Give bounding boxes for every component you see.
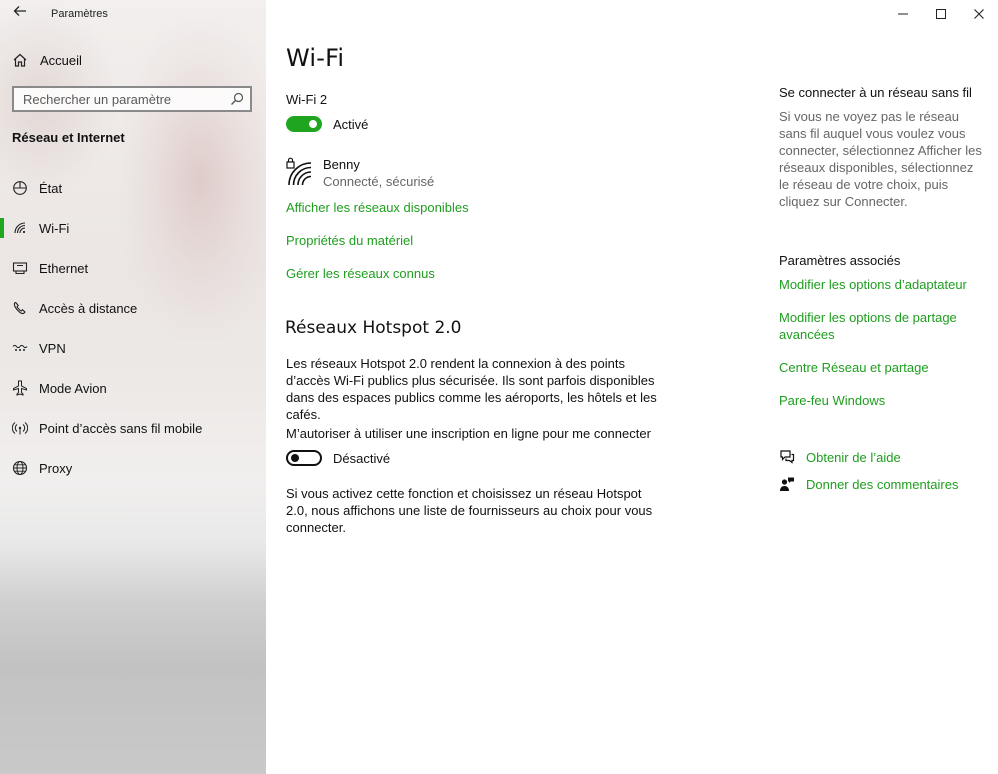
related-settings-title: Paramètres associés bbox=[779, 253, 901, 268]
give-feedback-link[interactable]: Donner des commentaires bbox=[779, 476, 958, 492]
sidebar-item-proxy[interactable]: Proxy bbox=[0, 448, 266, 488]
hotspot-icon bbox=[12, 420, 28, 436]
hotspot-option-label: M’autoriser à utiliser une inscription e… bbox=[286, 426, 651, 441]
sidebar: Paramètres Accueil Réseau et Internet Ét… bbox=[0, 0, 266, 774]
hotspot-section-title: Réseaux Hotspot 2.0 bbox=[285, 318, 462, 338]
hardware-properties-link[interactable]: Propriétés du matériel bbox=[286, 233, 413, 248]
network-name: Benny bbox=[323, 157, 360, 172]
show-available-networks-link[interactable]: Afficher les réseaux disponibles bbox=[286, 200, 469, 215]
get-help-label: Obtenir de l’aide bbox=[806, 449, 901, 465]
sidebar-item-airplane[interactable]: Mode Avion bbox=[0, 368, 266, 408]
sidebar-item-label: Wi-Fi bbox=[39, 220, 70, 236]
windows-firewall-link[interactable]: Pare-feu Windows bbox=[779, 392, 984, 409]
sidebar-item-status[interactable]: État bbox=[0, 168, 266, 208]
home-label: Accueil bbox=[40, 52, 82, 68]
wifi-toggle-label: Activé bbox=[333, 117, 369, 132]
network-info: Benny Connecté, sécurisé bbox=[323, 156, 434, 190]
sidebar-item-wifi[interactable]: Wi-Fi bbox=[0, 208, 266, 248]
secured-wifi-icon bbox=[286, 156, 312, 186]
get-help-link[interactable]: Obtenir de l’aide bbox=[779, 449, 901, 465]
sidebar-item-ethernet[interactable]: Ethernet bbox=[0, 248, 266, 288]
status-icon bbox=[12, 180, 28, 196]
app-title: Paramètres bbox=[51, 8, 108, 20]
search-icon[interactable] bbox=[230, 92, 244, 106]
feedback-person-icon bbox=[779, 476, 795, 492]
main-content: Wi-Fi Wi-Fi 2 Activé Benny Connecté, séc… bbox=[285, 0, 756, 774]
airplane-icon bbox=[12, 380, 28, 396]
network-status: Connecté, sécurisé bbox=[323, 174, 435, 189]
sidebar-item-label: État bbox=[39, 180, 63, 196]
sidebar-item-dial-up[interactable]: Accès à distance bbox=[0, 288, 266, 328]
sidebar-item-vpn[interactable]: VPN bbox=[0, 328, 266, 368]
toggle-knob bbox=[291, 454, 299, 462]
home-icon bbox=[12, 52, 28, 68]
advanced-sharing-link[interactable]: Modifier les options de partage avancées bbox=[779, 309, 964, 343]
connected-network[interactable]: Benny Connecté, sécurisé bbox=[286, 156, 434, 190]
sidebar-item-label: Mode Avion bbox=[39, 380, 107, 396]
online-signup-toggle-label: Désactivé bbox=[333, 451, 391, 466]
sidebar-item-label: Ethernet bbox=[39, 260, 89, 276]
sidebar-item-label: Proxy bbox=[39, 460, 73, 476]
wifi-icon bbox=[12, 220, 28, 236]
hotspot-description: Les réseaux Hotspot 2.0 rendent la conne… bbox=[286, 356, 657, 422]
sidebar-section-title: Réseau et Internet bbox=[12, 130, 125, 145]
give-feedback-label: Donner des commentaires bbox=[806, 476, 959, 492]
ethernet-icon bbox=[12, 260, 28, 276]
wifi-toggle[interactable] bbox=[286, 116, 322, 132]
hotspot-note: Si vous activez cette fonction et choisi… bbox=[286, 486, 653, 535]
page-title: Wi-Fi bbox=[286, 44, 345, 72]
sidebar-item-label: Point d’accès sans fil mobile bbox=[39, 420, 203, 436]
vpn-icon bbox=[12, 340, 28, 356]
search-box[interactable] bbox=[12, 86, 252, 112]
help-chat-icon bbox=[779, 449, 795, 465]
dial-up-icon bbox=[12, 300, 28, 316]
connect-help-title: Se connecter à un réseau sans fil bbox=[779, 85, 972, 100]
sidebar-home[interactable]: Accueil bbox=[12, 50, 82, 70]
manage-known-networks-link[interactable]: Gérer les réseaux connus bbox=[286, 266, 435, 281]
sidebar-nav: État Wi-Fi Ethernet Accès à distance VPN bbox=[0, 168, 266, 488]
network-sharing-center-link[interactable]: Centre Réseau et partage bbox=[779, 359, 984, 376]
online-signup-toggle[interactable] bbox=[286, 450, 322, 466]
sidebar-item-hotspot[interactable]: Point d’accès sans fil mobile bbox=[0, 408, 266, 448]
adapter-name: Wi-Fi 2 bbox=[286, 92, 328, 107]
adapter-options-link[interactable]: Modifier les options d’adaptateur bbox=[779, 276, 984, 293]
sidebar-item-label: VPN bbox=[39, 340, 66, 356]
back-arrow-icon[interactable] bbox=[10, 4, 30, 22]
globe-icon bbox=[12, 460, 28, 476]
sidebar-item-label: Accès à distance bbox=[39, 300, 138, 316]
connect-help-text: Si vous ne voyez pas le réseau sans fil … bbox=[779, 109, 982, 209]
related-panel: Se connecter à un réseau sans fil Si vou… bbox=[779, 0, 989, 774]
search-input[interactable] bbox=[14, 88, 223, 110]
toggle-knob bbox=[309, 120, 317, 128]
